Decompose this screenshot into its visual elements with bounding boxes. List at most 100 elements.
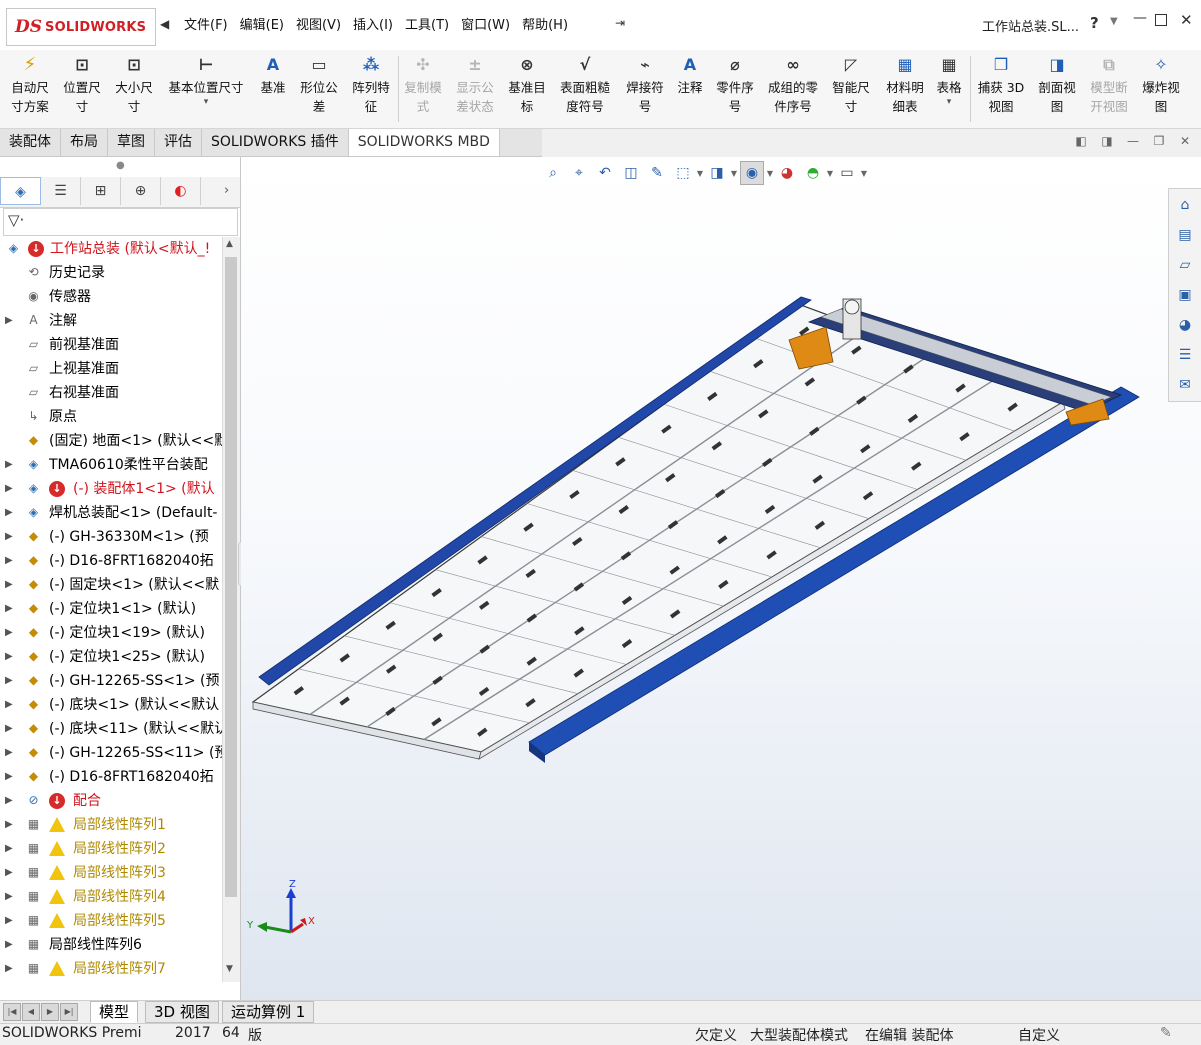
file-explorer-icon[interactable]: ▱ <box>1173 253 1197 277</box>
ribbon-button-size-dimension[interactable]: ⊡ 大小尺 寸 <box>108 54 160 116</box>
tree-item[interactable]: ◆ (固定) 地面<1> (默认<<默 <box>0 429 222 453</box>
close-button[interactable]: ✕ <box>1180 11 1193 29</box>
ribbon-dropdown-caret-icon[interactable]: ▾ <box>932 97 966 107</box>
ribbon-button-geometric-tolerance[interactable]: ▭ 形位公 差 <box>294 54 344 116</box>
menu-item-4[interactable]: 工具(T) <box>399 16 455 36</box>
more-tabs-chevron-icon[interactable]: › <box>224 183 229 198</box>
expand-arrow-icon[interactable]: ▶ <box>5 861 13 885</box>
command-tab-1[interactable]: 布局 <box>61 129 108 156</box>
ribbon-button-bill-of-materials[interactable]: ▦ 材料明 细表 <box>880 54 930 116</box>
command-tab-2[interactable]: 草图 <box>108 129 155 156</box>
tree-item[interactable]: ▶ ◆ (-) 底块<11> (默认<<默认 <box>0 717 222 741</box>
expand-arrow-icon[interactable]: ▶ <box>5 525 13 549</box>
displaymanager-tab-icon[interactable]: ◐ <box>161 177 201 205</box>
expand-arrow-icon[interactable]: ▶ <box>5 549 13 573</box>
tree-item[interactable]: ▶ ◆ (-) 定位块1<1> (默认) <box>0 597 222 621</box>
dimxpertmanager-tab-icon[interactable]: ⊕ <box>121 177 161 205</box>
tree-item[interactable]: ▶ ▦ 局部线性阵列6 <box>0 933 222 957</box>
expand-arrow-icon[interactable]: ▶ <box>5 693 13 717</box>
minimize-button[interactable]: — <box>1133 10 1147 26</box>
viewport-close-icon[interactable]: ✕ <box>1172 134 1198 148</box>
menu-item-0[interactable]: 文件(F) <box>178 16 234 36</box>
filter-icon[interactable]: ▽· <box>8 211 24 229</box>
ribbon-button-datum-target[interactable]: ⊗ 基准目 标 <box>502 54 552 116</box>
ribbon-button-basic-location-dimension[interactable]: ⊢ 基本位置尺寸 ▾ <box>162 54 250 107</box>
viewport-restore-icon[interactable]: ❐ <box>1146 134 1172 148</box>
expand-arrow-icon[interactable]: ▶ <box>5 813 13 837</box>
tree-item[interactable]: ▶ ◆ (-) D16-8FRT1682040拓 <box>0 549 222 573</box>
ribbon-button-balloon[interactable]: ⌀ 零件序 号 <box>710 54 760 116</box>
previous-view-icon[interactable]: ↶ <box>594 162 616 184</box>
expand-arrow-icon[interactable]: ▶ <box>5 957 13 981</box>
tree-item[interactable]: ◉ 传感器 <box>0 285 222 309</box>
expand-arrow-icon[interactable]: ▶ <box>5 885 13 909</box>
display-style-icon[interactable]: ◨ <box>706 162 728 184</box>
view-orientation-icon[interactable]: ⬚ <box>672 162 694 184</box>
dynamic-annotation-icon[interactable]: ✎ <box>646 162 668 184</box>
model-3d-view[interactable] <box>241 157 1201 1000</box>
expand-arrow-icon[interactable]: ▶ <box>5 621 13 645</box>
tab-next-icon[interactable]: ▶ <box>41 1003 59 1021</box>
expand-arrow-icon[interactable]: ▶ <box>5 669 13 693</box>
apply-scene-icon[interactable]: ◓ <box>802 162 824 184</box>
expand-arrow-icon[interactable]: ▶ <box>5 741 13 765</box>
viewport-prev-icon[interactable]: ◧ <box>1068 134 1094 148</box>
scroll-thumb[interactable] <box>225 257 237 897</box>
ribbon-button-copy-scheme[interactable]: ✣ 复制模 式 <box>398 54 448 116</box>
ribbon-button-capture-3d-view[interactable]: ❒ 捕获 3D 视图 <box>972 54 1030 116</box>
tree-item[interactable]: ▶ ▦ 局部线性阵列4 <box>0 885 222 909</box>
expand-arrow-icon[interactable]: ▶ <box>5 717 13 741</box>
expand-arrow-icon[interactable]: ▶ <box>5 837 13 861</box>
maximize-button[interactable] <box>1155 14 1167 26</box>
command-tab-5[interactable]: SOLIDWORKS MBD <box>348 129 500 156</box>
tab-first-icon[interactable]: |◀ <box>3 1003 21 1021</box>
tree-item[interactable]: ▶ ◆ (-) GH-12265-SS<1> (预 <box>0 669 222 693</box>
tree-item[interactable]: ▶ ▦ 局部线性阵列1 <box>0 813 222 837</box>
ribbon-button-show-tolerance-status[interactable]: ± 显示公 差状态 <box>450 54 500 116</box>
propertymanager-tab-icon[interactable]: ☰ <box>41 177 81 205</box>
tree-item[interactable]: ▶ ▦ 局部线性阵列5 <box>0 909 222 933</box>
ribbon-dropdown-caret-icon[interactable]: ▾ <box>162 97 250 107</box>
view-settings-caret-icon[interactable]: ▼ <box>860 169 868 178</box>
graphics-area[interactable] <box>241 157 1201 1000</box>
apply-scene-caret-icon[interactable]: ▼ <box>826 169 834 178</box>
view-settings-icon[interactable]: ▭ <box>836 162 858 184</box>
view-orientation-caret-icon[interactable]: ▼ <box>696 169 704 178</box>
ribbon-button-surface-finish[interactable]: √ 表面粗糙 度符号 <box>554 54 616 116</box>
solidworks-resources-icon[interactable]: ⌂ <box>1173 193 1197 217</box>
expand-arrow-icon[interactable]: ▶ <box>5 501 13 525</box>
hide-show-caret-icon[interactable]: ▼ <box>766 169 774 178</box>
tree-item[interactable]: ▶ ⊘ ↓ 配合 <box>0 789 222 813</box>
menu-item-1[interactable]: 编辑(E) <box>234 16 290 36</box>
tree-item[interactable]: ▶ ▦ 局部线性阵列7 <box>0 957 222 981</box>
tree-item[interactable]: ▶ ▦ 局部线性阵列3 <box>0 861 222 885</box>
status-custom[interactable]: 自定义 <box>1018 1025 1060 1045</box>
command-tab-3[interactable]: 评估 <box>155 129 202 156</box>
expand-arrow-icon[interactable]: ▶ <box>5 645 13 669</box>
scroll-up-icon[interactable]: ▲ <box>226 239 233 249</box>
expand-arrow-icon[interactable]: ▶ <box>5 789 13 813</box>
expand-arrow-icon[interactable]: ▶ <box>5 573 13 597</box>
tree-item[interactable]: ▱ 右视基准面 <box>0 381 222 405</box>
zoom-to-area-icon[interactable]: ⌖ <box>568 162 590 184</box>
expand-arrow-icon[interactable]: ▶ <box>5 933 13 957</box>
tree-item[interactable]: ▶ ◆ (-) D16-8FRT1682040拓 <box>0 765 222 789</box>
ribbon-button-smart-dimension[interactable]: ◸ 智能尺 寸 <box>826 54 876 116</box>
ribbon-button-location-dimension[interactable]: ⊡ 位置尺 寸 <box>56 54 108 116</box>
status-settings-icon[interactable]: ✎ <box>1160 1025 1172 1041</box>
ribbon-button-datum[interactable]: A 基准 <box>254 54 292 97</box>
pin-menu-icon[interactable]: ⇥ <box>615 16 625 30</box>
menu-item-3[interactable]: 插入(I) <box>347 16 399 36</box>
configurationmanager-tab-icon[interactable]: ⊞ <box>81 177 121 205</box>
tab-prev-icon[interactable]: ◀ <box>22 1003 40 1021</box>
tree-item[interactable]: ▶ ◆ (-) 底块<1> (默认<<默认 <box>0 693 222 717</box>
expand-arrow-icon[interactable]: ▶ <box>5 309 13 333</box>
zoom-to-fit-icon[interactable]: ⌕ <box>542 162 564 184</box>
tree-scrollbar[interactable]: ▲ ▼ <box>222 237 240 982</box>
command-tab-4[interactable]: SOLIDWORKS 插件 <box>202 129 349 156</box>
menu-item-6[interactable]: 帮助(H) <box>516 16 574 36</box>
expand-arrow-icon[interactable]: ▶ <box>5 453 13 477</box>
menu-item-5[interactable]: 窗口(W) <box>455 16 516 36</box>
solidworks-logo[interactable]: DS SOLIDWORKS <box>6 8 156 46</box>
scroll-down-icon[interactable]: ▼ <box>226 964 233 974</box>
